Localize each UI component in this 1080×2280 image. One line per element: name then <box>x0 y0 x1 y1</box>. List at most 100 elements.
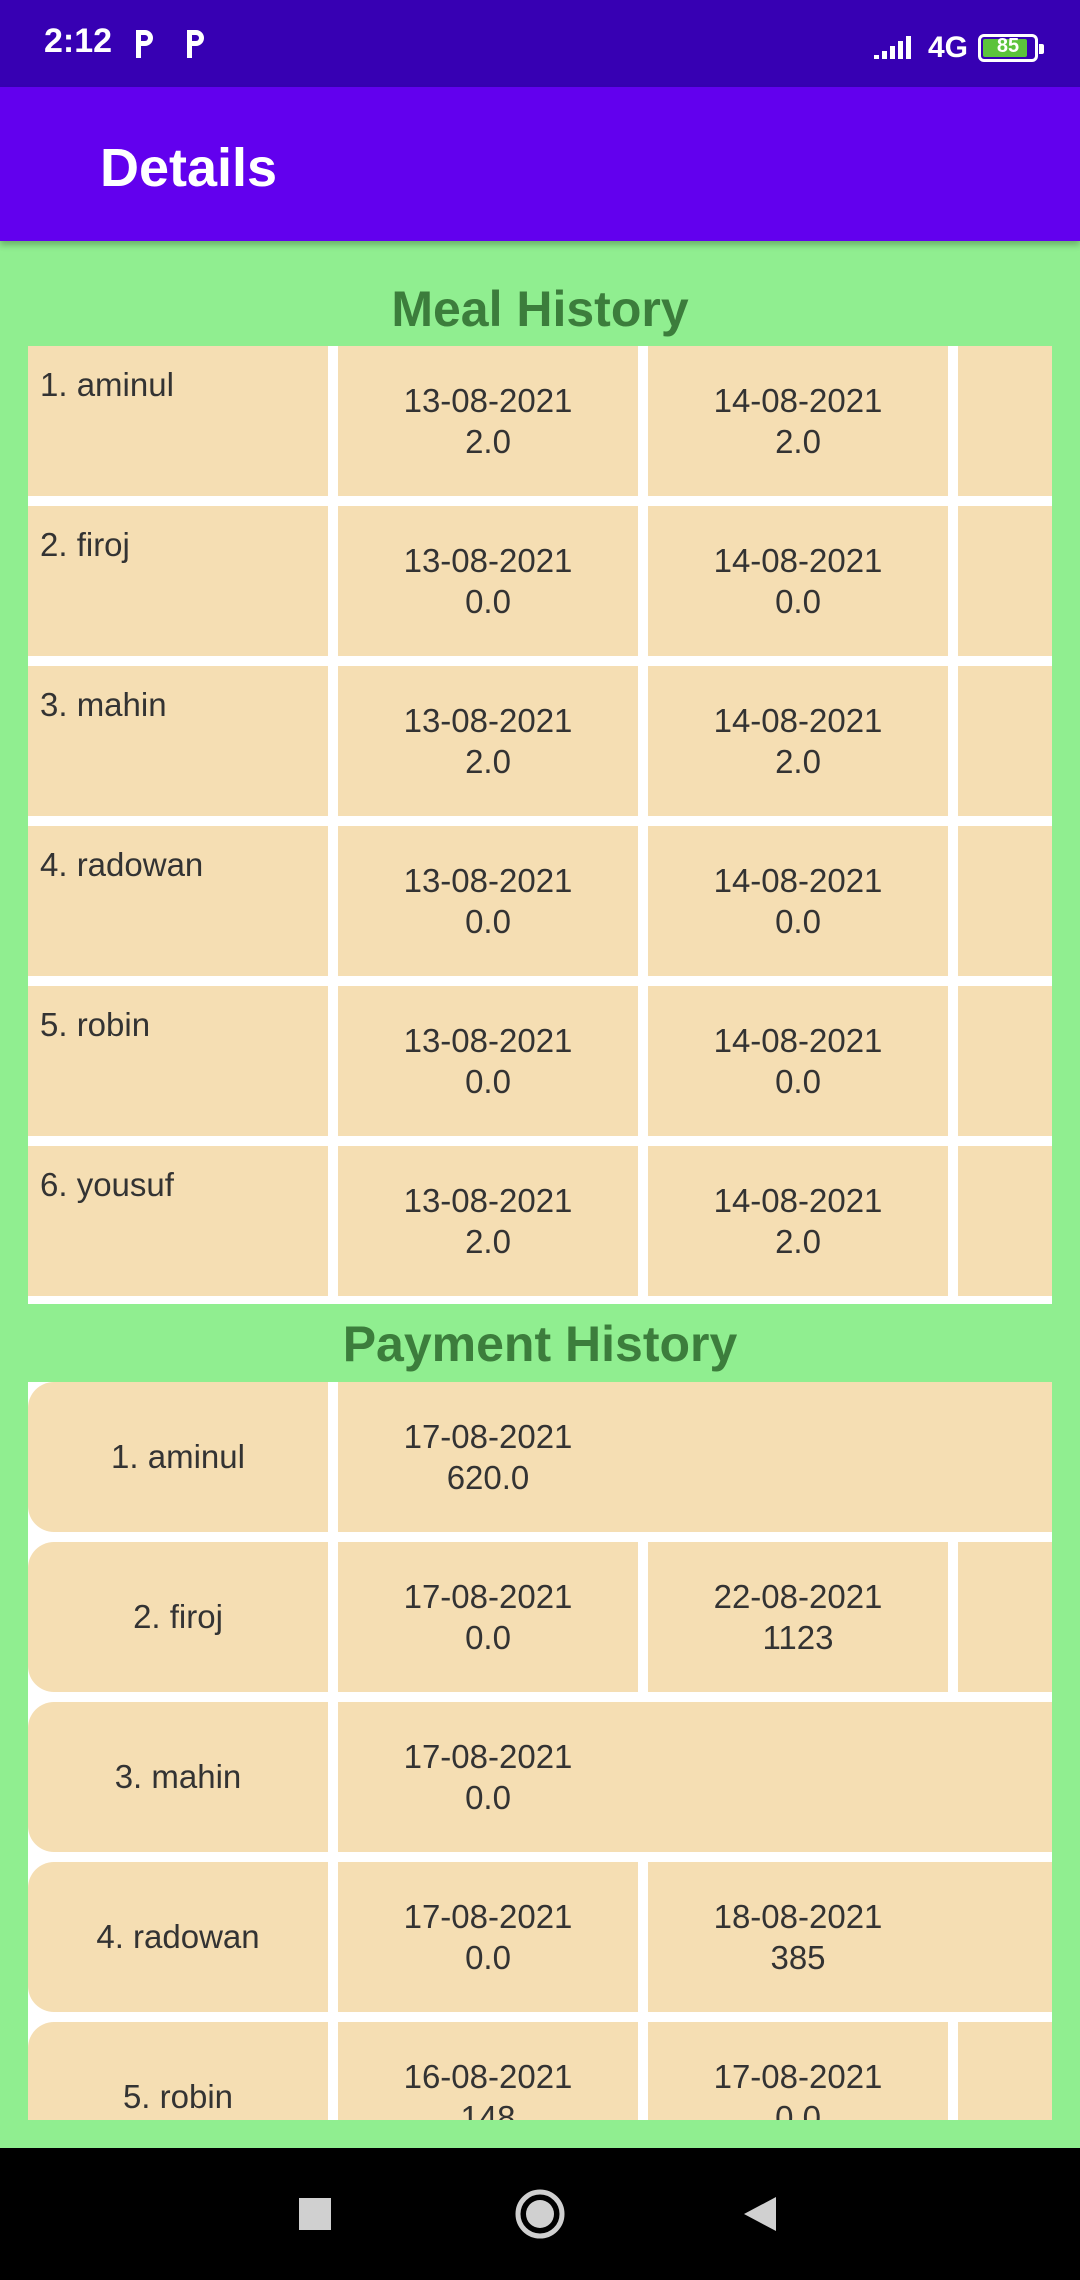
member-name-cell: 1. aminul <box>28 346 328 496</box>
entry-cell: 22-08-2021 1123 <box>648 1542 948 1692</box>
table-row[interactable]: 1. aminul 17-08-2021 620.0 <box>28 1382 1052 1532</box>
battery-cap <box>1039 44 1044 54</box>
entry-cell: 13-08-2021 0.0 <box>338 826 638 976</box>
table-row[interactable]: 1. aminul 13-08-2021 2.0 14-08-2021 2.0 15 <box>28 346 1052 496</box>
status-bar: 2:12 4G 85 <box>0 0 1080 87</box>
entry-cell: 13-08-2021 2.0 <box>338 346 638 496</box>
entry-date: 14-08-2021 <box>713 1022 883 1059</box>
entry-cell: 17-08-2021 0.0 <box>338 1702 1052 1852</box>
circle-icon <box>515 2189 565 2239</box>
entry-date: 17-08-2021 <box>403 1898 573 1935</box>
entry-value: 0.0 <box>465 903 511 940</box>
entry-content: 17-08-2021 620.0 <box>338 1416 638 1498</box>
entry-cell: 17-08-2021 0.0 <box>648 2022 948 2120</box>
entry-value: 2.0 <box>775 1223 821 1260</box>
member-name-cell: 5. robin <box>28 2022 328 2120</box>
member-name-cell: 4. radowan <box>28 826 328 976</box>
recents-button[interactable] <box>255 2148 375 2280</box>
entry-date: 17-08-2021 <box>713 2058 883 2095</box>
table-row[interactable]: 5. robin 13-08-2021 0.0 14-08-2021 0.0 15 <box>28 986 1052 1136</box>
payment-history-title: Payment History <box>342 1316 738 1372</box>
status-time: 2:12 <box>44 22 113 60</box>
entry-date: 13-08-2021 <box>403 542 573 579</box>
entry-cell: 15 <box>958 506 1052 656</box>
table-row[interactable]: 2. firoj 17-08-2021 0.0 22-08-2021 1123 2 <box>28 1542 1052 1692</box>
entry-cell: 2 <box>958 2022 1052 2120</box>
entry-value: 0.0 <box>775 903 821 940</box>
entry-date: 17-08-2021 <box>403 1418 573 1455</box>
member-name-cell: 2. firoj <box>28 1542 328 1692</box>
member-name-cell: 3. mahin <box>28 1702 328 1852</box>
entry-date: 22-08-2021 <box>713 1578 883 1615</box>
entry-cell: 14-08-2021 2.0 <box>648 346 948 496</box>
entry-date: 17-08-2021 <box>403 1578 573 1615</box>
table-row[interactable]: 5. robin 16-08-2021 148 17-08-2021 0.0 2 <box>28 2022 1052 2120</box>
member-name-cell: 1. aminul <box>28 1382 328 1532</box>
square-icon <box>299 2198 331 2230</box>
back-button[interactable] <box>700 2148 820 2280</box>
entry-value: 0.0 <box>465 1939 511 1976</box>
entry-value: 0.0 <box>775 1063 821 1100</box>
member-name-cell: 2. firoj <box>28 506 328 656</box>
entry-date: 14-08-2021 <box>713 702 883 739</box>
entry-value: 1123 <box>762 1619 834 1656</box>
entry-cell: 14-08-2021 2.0 <box>648 666 948 816</box>
entry-date: 16-08-2021 <box>403 2058 573 2095</box>
entry-cell: 15 <box>958 666 1052 816</box>
member-name-cell: 6. yousuf <box>28 1146 328 1296</box>
entry-value: 2.0 <box>465 1223 511 1260</box>
entry-cell: 17-08-2021 620.0 <box>338 1382 1052 1532</box>
entry-cell: 13-08-2021 0.0 <box>338 986 638 1136</box>
entry-value: 0.0 <box>465 1063 511 1100</box>
entry-value: 620.0 <box>446 1459 530 1496</box>
entry-content: 18-08-2021 385 <box>648 1896 948 1978</box>
entry-cell: 14-08-2021 0.0 <box>648 826 948 976</box>
parking-notification-icon <box>187 30 204 58</box>
meal-history-title: Meal History <box>391 281 689 337</box>
entry-date: 13-08-2021 <box>403 702 573 739</box>
entry-date: 14-08-2021 <box>713 382 883 419</box>
table-row[interactable]: 3. mahin 17-08-2021 0.0 <box>28 1702 1052 1852</box>
table-row[interactable]: 4. radowan 17-08-2021 0.0 18-08-2021 385 <box>28 1862 1052 2012</box>
entry-date: 13-08-2021 <box>403 862 573 899</box>
entry-cell: 15 <box>958 826 1052 976</box>
entry-content: 17-08-2021 0.0 <box>338 1736 638 1818</box>
page-title: Details <box>100 138 278 198</box>
entry-value: 2.0 <box>465 743 511 780</box>
table-row[interactable]: 6. yousuf 13-08-2021 2.0 14-08-2021 2.0 15 <box>28 1146 1052 1296</box>
entry-date: 13-08-2021 <box>403 1022 573 1059</box>
network-type-label: 4G <box>927 31 968 64</box>
table-row[interactable]: 2. firoj 13-08-2021 0.0 14-08-2021 0.0 15 <box>28 506 1052 656</box>
member-name-cell: 4. radowan <box>28 1862 328 2012</box>
entry-cell: 17-08-2021 0.0 <box>338 1542 638 1692</box>
table-row[interactable]: 3. mahin 13-08-2021 2.0 14-08-2021 2.0 15 <box>28 666 1052 816</box>
navigation-bar <box>0 2148 1080 2280</box>
status-indicators: 4G 85 <box>873 28 1044 68</box>
member-name-cell: 5. robin <box>28 986 328 1136</box>
entry-cell: 17-08-2021 0.0 <box>338 1862 638 2012</box>
entry-cell: 15 <box>958 986 1052 1136</box>
entry-cell: 13-08-2021 2.0 <box>338 1146 638 1296</box>
home-button[interactable] <box>480 2148 600 2280</box>
entry-value: 148 <box>460 2099 516 2120</box>
entry-cell: 2 <box>958 1542 1052 1692</box>
triangle-back-icon <box>744 2197 776 2231</box>
entry-value: 0.0 <box>775 2099 821 2120</box>
entry-value: 0.0 <box>465 583 511 620</box>
table-row[interactable]: 4. radowan 13-08-2021 0.0 14-08-2021 0.0 15 <box>28 826 1052 976</box>
entry-date: 13-08-2021 <box>403 1182 573 1219</box>
battery-icon: 85 <box>978 34 1044 62</box>
entry-cell: 13-08-2021 2.0 <box>338 666 638 816</box>
meal-history-table[interactable]: 1. aminul 13-08-2021 2.0 14-08-2021 2.0 15 2. … <box>28 346 1052 1304</box>
battery-percentage: 85 <box>996 35 1020 57</box>
entry-date: 18-08-2021 <box>713 1898 883 1935</box>
entry-cell: 13-08-2021 0.0 <box>338 506 638 656</box>
entry-value: 0.0 <box>465 1619 511 1656</box>
payment-history-table[interactable]: 1. aminul 17-08-2021 620.0 2. firoj 17-08-20… <box>28 1382 1052 2120</box>
entry-cell: 15 <box>958 1146 1052 1296</box>
entry-cell: 18-08-2021 385 <box>648 1862 1052 2012</box>
entry-value: 2.0 <box>775 423 821 460</box>
entry-value: 385 <box>770 1939 826 1976</box>
entry-date: 14-08-2021 <box>713 862 883 899</box>
entry-cell: 16-08-2021 148 <box>338 2022 638 2120</box>
